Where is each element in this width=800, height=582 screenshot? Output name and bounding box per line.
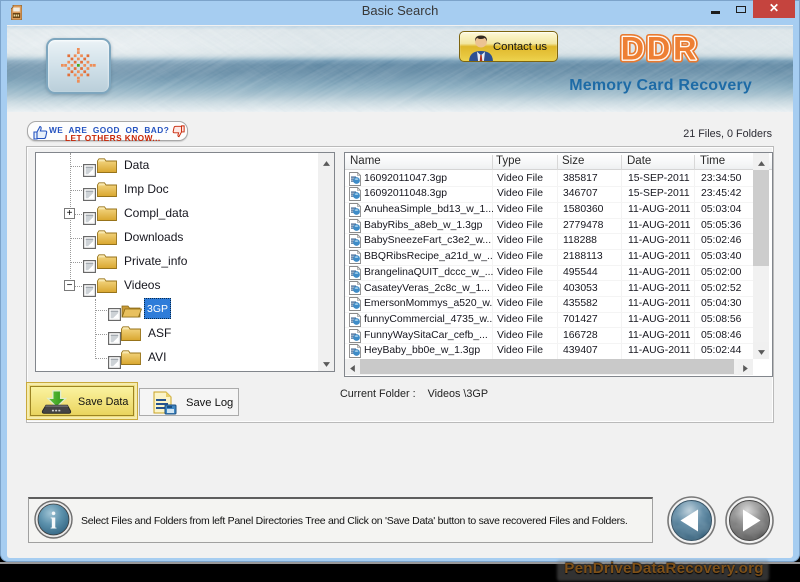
svg-text:DDR: DDR: [621, 30, 700, 66]
svg-text:i: i: [50, 509, 57, 535]
